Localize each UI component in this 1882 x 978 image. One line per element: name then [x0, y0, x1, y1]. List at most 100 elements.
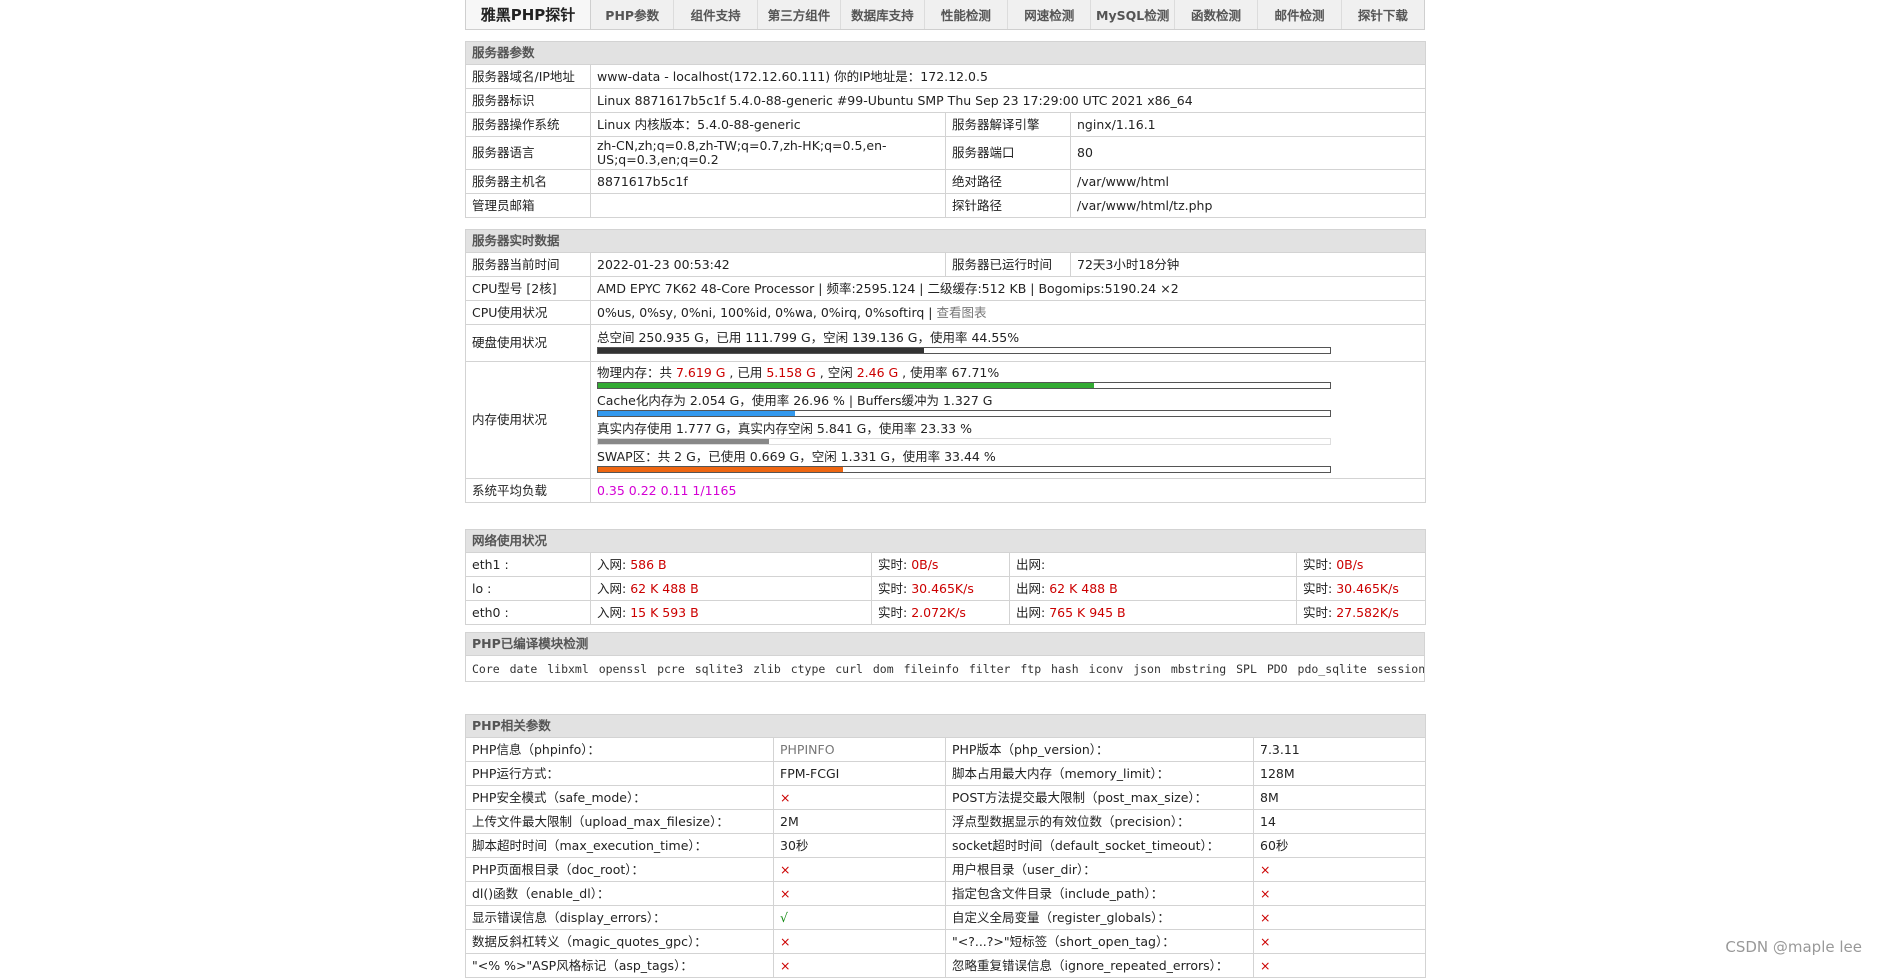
cache-memory-fill: [598, 411, 796, 416]
nav-third-party[interactable]: 第三方组件: [758, 0, 842, 29]
cache-memory-text: Cache化内存为 2.054 G，使用率 26.96 % | Buffers缓…: [597, 393, 993, 408]
nav-database[interactable]: 数据库支持: [841, 0, 925, 29]
table-row: 服务器标识 Linux 8871617b5c1f 5.4.0-88-generi…: [465, 88, 1427, 113]
param-value: ×: [773, 881, 946, 906]
nav-mail[interactable]: 邮件检测: [1258, 0, 1342, 29]
param-label: 自定义全局变量（register_globals）：: [945, 905, 1254, 930]
view-chart-link[interactable]: 查看图表: [937, 305, 987, 320]
param-value: ×: [1252, 881, 1427, 906]
table-row: 内存使用状况 物理内存：共 7.619 G , 已用 5.158 G , 空闲 …: [465, 361, 1427, 479]
param-label: dl()函数（enable_dl）：: [465, 881, 774, 906]
section-title: 网络使用状况: [464, 529, 1427, 553]
param-value[interactable]: PHPINFO: [773, 737, 946, 762]
param-label: PHP信息（phpinfo）：: [465, 737, 774, 762]
param-value: 7.3.11: [1252, 737, 1427, 762]
param-value: √: [773, 905, 946, 930]
param-label: 显示错误信息（display_errors）：: [465, 905, 774, 930]
param-label: PHP安全模式（safe_mode）：: [465, 785, 774, 810]
physical-memory-bar: [597, 382, 1331, 389]
param-label: PHP运行方式：: [465, 761, 774, 786]
physical-memory-fill: [598, 383, 1094, 388]
table-row: 服务器操作系统 Linux 内核版本：5.4.0-88-generic 服务器解…: [465, 112, 1427, 137]
top-nav: 雅黑PHP探针 PHP参数 组件支持 第三方组件 数据库支持 性能检测 网速检测…: [465, 0, 1425, 30]
nav-mysql[interactable]: MySQL检测: [1091, 0, 1175, 29]
param-label: 忽略重复错误信息（ignore_repeated_errors）：: [945, 953, 1254, 978]
table-row: 数据反斜杠转义（magic_quotes_gpc）： × "<?...?>"短标签（…: [465, 929, 1427, 954]
brand-logo[interactable]: 雅黑PHP探针: [466, 0, 591, 29]
disk-usage-text: 总空间 250.935 G，已用 111.799 G，空闲 139.136 G，…: [597, 330, 1020, 345]
param-label: POST方法提交最大限制（post_max_size）：: [945, 785, 1254, 810]
real-memory-fill: [598, 439, 769, 444]
param-label: PHP页面根目录（doc_root）：: [465, 857, 774, 882]
table-row: Core date libxml openssl pcre sqlite3 zl…: [465, 655, 1425, 682]
param-value: ×: [1252, 905, 1427, 930]
physical-memory-text: 物理内存：共 7.619 G , 已用 5.158 G , 空闲 2.46 G …: [597, 365, 1000, 380]
table-row: PHP运行方式： FPM-FCGI 脚本占用最大内存（memory_limit）： 1…: [465, 761, 1427, 786]
table-row: PHP页面根目录（doc_root）： × 用户根目录（user_dir）： ×: [465, 857, 1427, 882]
swap-memory-text: SWAP区：共 2 G，已使用 0.669 G，空闲 1.331 G，使用率 3…: [597, 449, 996, 464]
param-value: 8M: [1252, 785, 1427, 810]
disk-usage-fill: [598, 348, 925, 353]
param-value: 2M: [773, 809, 946, 834]
table-row: CPU使用状况 0%us, 0%sy, 0%ni, 100%id, 0%wa, …: [465, 300, 1427, 325]
param-label: 脚本超时时间（max_execution_time）：: [465, 833, 774, 858]
table-row: PHP安全模式（safe_mode）： × POST方法提交最大限制（post_ma…: [465, 785, 1427, 810]
realtime-section: 服务器实时数据 服务器当前时间 2022-01-23 00:53:42 服务器已…: [464, 229, 1427, 503]
section-title: PHP相关参数: [464, 714, 1427, 738]
current-time: 2022-01-23 00:53:42: [590, 252, 946, 277]
param-label: 脚本占用最大内存（memory_limit）：: [945, 761, 1254, 786]
disk-usage-bar: [597, 347, 1331, 354]
param-value: FPM-FCGI: [773, 761, 946, 786]
network-section: 网络使用状况 eth1 : 入网: 586 B 实时: 0B/s 出网: 实时:…: [464, 529, 1427, 625]
nav-components[interactable]: 组件支持: [674, 0, 758, 29]
table-row: "<% %>"ASP风格标记（asp_tags）： × 忽略重复错误信息（ignor…: [465, 953, 1427, 978]
table-row: 服务器主机名 8871617b5c1f 绝对路径 /var/www/html: [465, 169, 1427, 194]
param-value: 60秒: [1252, 833, 1427, 858]
param-value: 30秒: [773, 833, 946, 858]
param-value: ×: [1252, 929, 1427, 954]
real-memory-text: 真实内存使用 1.777 G，真实内存空闲 5.841 G，使用率 23.33 …: [597, 421, 972, 436]
param-label: 数据反斜杠转义（magic_quotes_gpc）：: [465, 929, 774, 954]
section-title: PHP已编译模块检测: [465, 632, 1425, 656]
param-label: 上传文件最大限制（upload_max_filesize）：: [465, 809, 774, 834]
nav-network-speed[interactable]: 网速检测: [1008, 0, 1092, 29]
param-value: ×: [1252, 857, 1427, 882]
table-row: CPU型号 [2核] AMD EPYC 7K62 48-Core Process…: [465, 276, 1427, 301]
table-row: lo : 入网: 62 K 488 B 实时: 30.465K/s 出网: 62…: [465, 576, 1427, 601]
table-row: 显示错误信息（display_errors）： √ 自定义全局变量（register…: [465, 905, 1427, 930]
table-row: 服务器语言 zh-CN,zh;q=0.8,zh-TW;q=0.7,zh-HK;q…: [465, 136, 1427, 170]
param-label: PHP版本（php_version）：: [945, 737, 1254, 762]
param-label: "<% %>"ASP风格标记（asp_tags）：: [465, 953, 774, 978]
modules-section: PHP已编译模块检测 Core date libxml openssl pcre…: [465, 632, 1425, 682]
table-row: 管理员邮箱 探针路径 /var/www/html/tz.php: [465, 193, 1427, 218]
param-value: ×: [773, 857, 946, 882]
param-value: 14: [1252, 809, 1427, 834]
param-value: ×: [773, 785, 946, 810]
watermark: CSDN @maple lee: [1725, 938, 1862, 956]
real-memory-bar: [597, 438, 1331, 445]
param-label: "<?...?>"短标签（short_open_tag）：: [945, 929, 1254, 954]
uptime: 72天3小时18分钟: [1069, 252, 1427, 277]
table-row: 服务器当前时间 2022-01-23 00:53:42 服务器已运行时间 72天…: [465, 252, 1427, 277]
server-params-section: 服务器参数 服务器域名/IP地址 www-data - localhost(17…: [464, 41, 1427, 218]
cache-memory-bar: [597, 410, 1331, 417]
param-value: ×: [1252, 953, 1427, 978]
table-row: 硬盘使用状况 总空间 250.935 G，已用 111.799 G，空闲 139…: [465, 324, 1427, 362]
table-row: 服务器域名/IP地址 www-data - localhost(172.12.6…: [465, 64, 1427, 89]
table-row: 上传文件最大限制（upload_max_filesize）： 2M 浮点型数据显示的…: [465, 809, 1427, 834]
table-row: 系统平均负载 0.35 0.22 0.11 1/1165: [465, 478, 1427, 503]
nav-php-params[interactable]: PHP参数: [591, 0, 675, 29]
cpu-usage-text: 0%us, 0%sy, 0%ni, 100%id, 0%wa, 0%irq, 0…: [597, 304, 933, 320]
param-label: 浮点型数据显示的有效位数（precision）：: [945, 809, 1254, 834]
table-row: eth0 : 入网: 15 K 593 B 实时: 2.072K/s 出网: 7…: [465, 600, 1427, 625]
table-row: PHP信息（phpinfo）： PHPINFO PHP版本（php_version）…: [465, 737, 1427, 762]
nav-download[interactable]: 探针下载: [1342, 0, 1424, 29]
module-list: Core date libxml openssl pcre sqlite3 zl…: [465, 655, 1425, 682]
param-value: ×: [773, 953, 946, 978]
swap-memory-bar: [597, 466, 1331, 473]
nav-performance[interactable]: 性能检测: [925, 0, 1009, 29]
table-row: eth1 : 入网: 586 B 实时: 0B/s 出网: 实时: 0B/s: [465, 552, 1427, 577]
load-average: 0.35 0.22 0.11 1/1165: [589, 478, 1427, 503]
nav-functions[interactable]: 函数检测: [1175, 0, 1259, 29]
param-label: 指定包含文件目录（include_path）：: [945, 881, 1254, 906]
